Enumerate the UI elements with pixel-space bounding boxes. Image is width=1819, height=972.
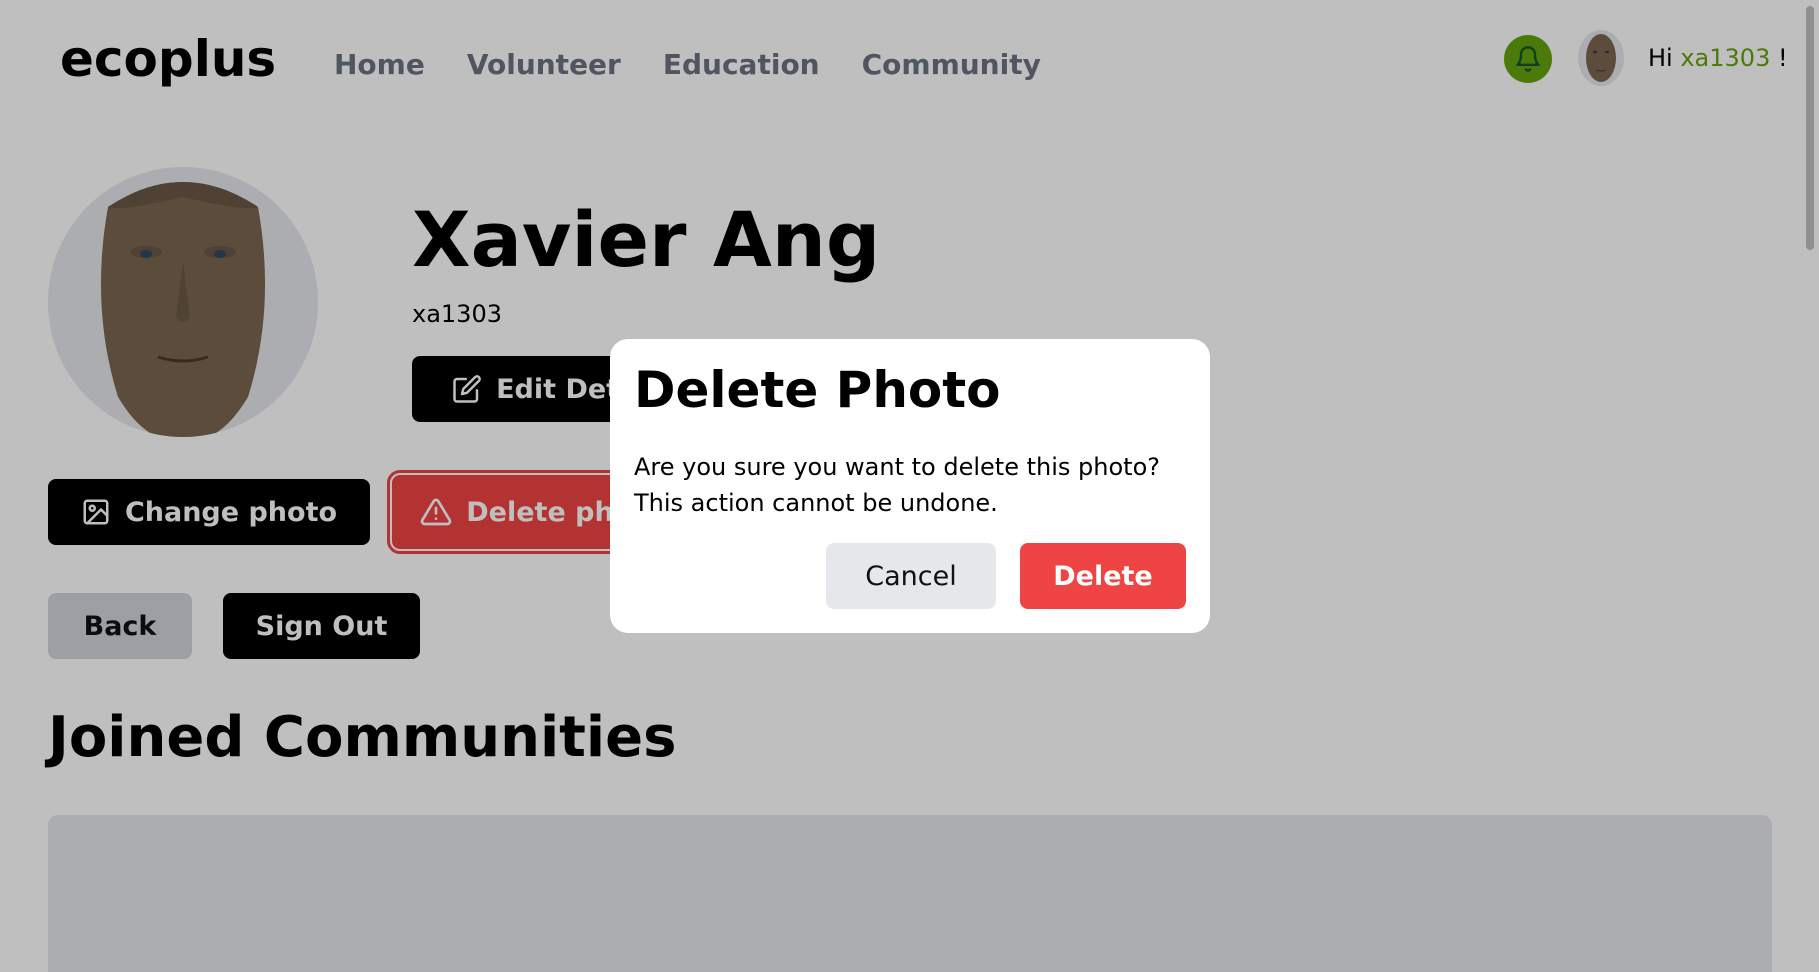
dialog-title: Delete Photo bbox=[634, 361, 1001, 419]
cancel-button[interactable]: Cancel bbox=[826, 543, 996, 609]
confirm-delete-button[interactable]: Delete bbox=[1020, 543, 1186, 609]
dialog-message: Are you sure you want to delete this pho… bbox=[634, 453, 1160, 517]
delete-photo-dialog: Delete Photo Are you sure you want to de… bbox=[610, 339, 1210, 633]
